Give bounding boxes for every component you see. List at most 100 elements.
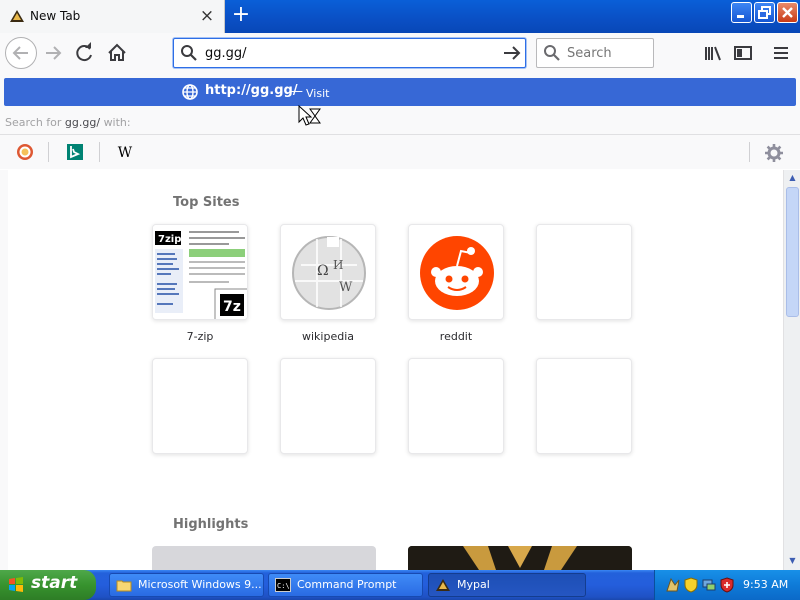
scroll-thumb[interactable] bbox=[786, 187, 799, 317]
back-button[interactable] bbox=[5, 37, 37, 69]
top-site-tile-reddit[interactable] bbox=[408, 224, 504, 320]
top-site-label: reddit bbox=[439, 330, 473, 343]
svg-text:W: W bbox=[339, 280, 353, 295]
new-tab-button[interactable]: + bbox=[229, 4, 253, 28]
minimize-window-button[interactable] bbox=[731, 2, 752, 23]
wikipedia-search-button[interactable]: W bbox=[110, 141, 140, 163]
one-off-search-bar: W bbox=[0, 134, 800, 169]
tab-title: New Tab bbox=[30, 9, 81, 23]
gear-icon[interactable] bbox=[762, 141, 786, 165]
separator bbox=[99, 142, 100, 162]
taskbar-item-label: Command Prompt bbox=[297, 578, 397, 591]
highlights-heading: Highlights bbox=[173, 517, 249, 532]
mypal-icon bbox=[436, 579, 450, 591]
top-sites-heading: Top Sites bbox=[173, 195, 240, 210]
navigation-toolbar bbox=[0, 33, 800, 73]
top-site-tile-7zip[interactable]: 7zip 7z bbox=[152, 224, 248, 320]
taskbar-item-mypal[interactable]: Mypal bbox=[428, 573, 586, 597]
top-site-tile-empty[interactable] bbox=[536, 224, 632, 320]
highlight-thumbnail bbox=[408, 546, 632, 570]
start-label: start bbox=[31, 573, 78, 593]
taskbar-item-label: Microsoft Windows 9... bbox=[138, 578, 262, 591]
svg-text:7z: 7z bbox=[223, 299, 241, 315]
search-for-suffix: with: bbox=[103, 116, 131, 129]
sidebar-button[interactable] bbox=[728, 38, 758, 68]
taskbar: start Microsoft Windows 9... C:\ Command… bbox=[0, 570, 800, 600]
reddit-alien-icon bbox=[420, 236, 494, 310]
search-for-term: gg.gg/ bbox=[64, 116, 101, 129]
top-site-tile-empty[interactable] bbox=[408, 358, 504, 454]
taskbar-item-explorer[interactable]: Microsoft Windows 9... bbox=[109, 573, 264, 597]
highlight-card[interactable] bbox=[152, 546, 376, 570]
result-url: http://gg.gg/ bbox=[205, 83, 298, 98]
hamburger-menu-icon bbox=[774, 47, 788, 59]
tray-app-icon[interactable] bbox=[665, 577, 681, 593]
top-site-tile-empty[interactable] bbox=[280, 358, 376, 454]
top-site-label: wikipedia bbox=[301, 330, 354, 343]
taskbar-item-label: Mypal bbox=[457, 578, 490, 591]
url-input[interactable] bbox=[205, 44, 485, 62]
taskbar-item-command-prompt[interactable]: C:\ Command Prompt bbox=[268, 573, 423, 597]
network-icon[interactable] bbox=[701, 577, 717, 593]
url-bar[interactable] bbox=[173, 38, 526, 68]
separator bbox=[48, 142, 49, 162]
svg-text:C:\: C:\ bbox=[277, 582, 290, 590]
home-button[interactable] bbox=[102, 38, 132, 68]
7zip-screenshot-icon: 7zip 7z bbox=[153, 225, 247, 319]
close-tab-icon[interactable]: × bbox=[199, 7, 215, 25]
search-bar[interactable] bbox=[536, 38, 654, 68]
duckduckgo-search-button[interactable] bbox=[10, 141, 40, 163]
security-shield-icon[interactable] bbox=[683, 577, 699, 593]
new-tab-page: Top Sites 7zip 7z 7-zip Ω И W wikipedia bbox=[0, 170, 800, 570]
folder-icon bbox=[116, 580, 132, 592]
result-separator: — bbox=[290, 84, 303, 99]
close-icon bbox=[782, 7, 793, 18]
mypal-favicon-icon bbox=[10, 10, 24, 22]
search-for-prefix: Search for bbox=[5, 116, 62, 129]
top-site-tile-empty[interactable] bbox=[152, 358, 248, 454]
forward-button[interactable] bbox=[38, 38, 68, 68]
command-prompt-icon: C:\ bbox=[275, 578, 291, 592]
highlight-card[interactable] bbox=[408, 546, 632, 570]
separator bbox=[749, 142, 750, 162]
top-site-tile-wikipedia[interactable]: Ω И W bbox=[280, 224, 376, 320]
svg-text:7zip: 7zip bbox=[158, 234, 181, 245]
wikipedia-icon: W bbox=[118, 145, 133, 161]
search-for-label: Search for gg.gg/ with: bbox=[5, 116, 131, 129]
forward-arrow-icon bbox=[46, 46, 62, 60]
start-button[interactable]: start bbox=[0, 570, 96, 600]
reload-icon bbox=[76, 42, 92, 62]
tab-new-tab[interactable]: New Tab × bbox=[0, 0, 225, 33]
back-arrow-icon bbox=[12, 46, 28, 60]
bing-search-button[interactable] bbox=[60, 141, 90, 163]
url-dropdown: http://gg.gg/ — Visit Search for gg.gg/ … bbox=[0, 73, 800, 169]
duckduckgo-icon bbox=[17, 144, 33, 160]
scroll-down-arrow-icon[interactable]: ▼ bbox=[785, 553, 800, 569]
minimize-icon bbox=[737, 15, 744, 18]
top-site-tile-empty[interactable] bbox=[536, 358, 632, 454]
svg-text:Ω: Ω bbox=[317, 263, 329, 279]
restore-icon bbox=[758, 6, 771, 19]
scroll-up-arrow-icon[interactable]: ▲ bbox=[785, 170, 800, 186]
page-scrollbar[interactable]: ▲ ▼ bbox=[783, 170, 800, 570]
restore-window-button[interactable] bbox=[754, 2, 775, 23]
top-site-label: 7-zip bbox=[186, 330, 214, 343]
windows-logo-icon bbox=[9, 577, 23, 592]
result-action: Visit bbox=[306, 87, 330, 100]
close-window-button[interactable] bbox=[777, 2, 798, 23]
globe-icon bbox=[182, 84, 198, 100]
title-bar: New Tab × + bbox=[0, 0, 800, 33]
menu-button[interactable] bbox=[766, 38, 796, 68]
go-arrow-icon[interactable] bbox=[502, 44, 522, 62]
clock: 9:53 AM bbox=[743, 578, 789, 591]
library-button[interactable] bbox=[698, 38, 728, 68]
reload-button[interactable] bbox=[70, 38, 100, 68]
svg-text:W: W bbox=[118, 145, 133, 161]
new-tab-content bbox=[8, 170, 783, 570]
search-input[interactable] bbox=[567, 45, 649, 61]
wikipedia-globe-icon: Ω И W bbox=[292, 236, 366, 310]
antivirus-icon[interactable] bbox=[719, 577, 735, 593]
visit-result-row[interactable]: http://gg.gg/ — Visit bbox=[4, 78, 796, 106]
home-icon bbox=[108, 43, 126, 61]
library-icon bbox=[705, 46, 721, 61]
